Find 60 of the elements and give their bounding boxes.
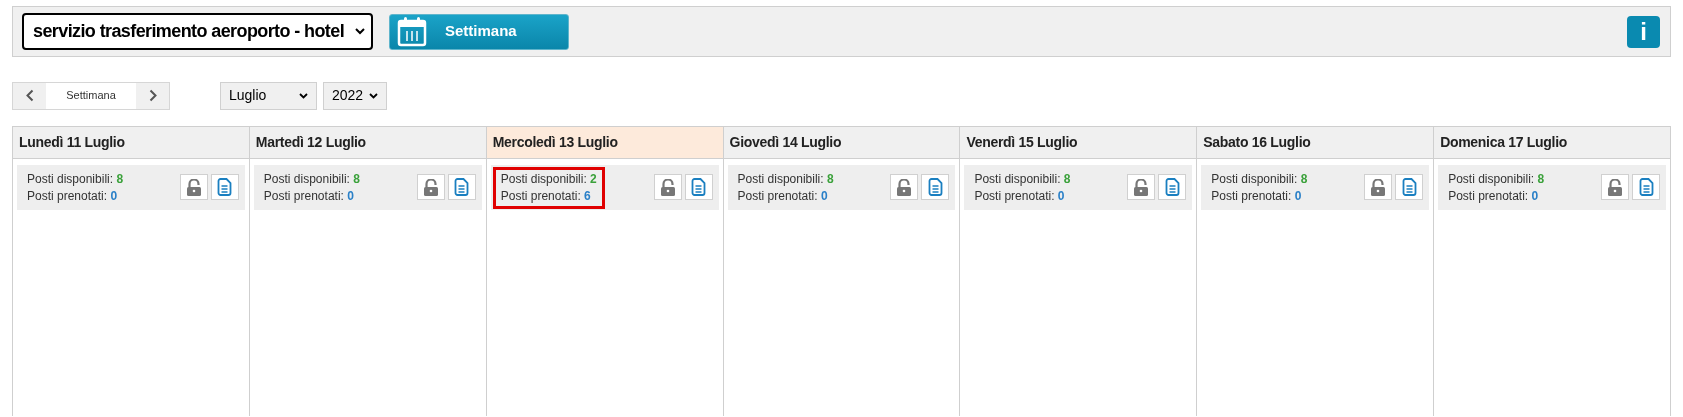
document-icon	[1638, 178, 1654, 196]
info-button[interactable]: i	[1627, 15, 1660, 48]
lock-button[interactable]	[179, 174, 208, 200]
available-seats-text: Posti disponibili: 8	[737, 171, 834, 188]
booked-seats-text: Posti prenotati: 0	[737, 188, 829, 205]
year-select[interactable]: 2022	[323, 81, 387, 110]
available-seats-text: Posti disponibili: 8	[1448, 171, 1545, 188]
calendar-icon	[397, 16, 427, 47]
available-seats-text: Posti disponibili: 8	[263, 171, 360, 188]
lock-button[interactable]	[416, 174, 445, 200]
chevron-down-icon	[299, 92, 308, 99]
document-icon	[1401, 178, 1417, 196]
available-seats-text: Posti disponibili: 8	[27, 171, 124, 188]
document-icon	[927, 178, 943, 196]
booked-seats-text: Posti prenotati: 6	[500, 188, 592, 205]
lock-button[interactable]	[890, 174, 919, 200]
available-seats-text: Posti disponibili: 8	[974, 171, 1071, 188]
padlock-icon	[659, 178, 676, 196]
document-icon	[1164, 178, 1180, 196]
chevron-left-icon	[25, 89, 34, 102]
available-seats-text: Posti disponibili: 8	[1211, 171, 1308, 188]
chevron-down-icon	[369, 92, 378, 99]
booked-seats-text: Posti prenotati: 0	[263, 188, 355, 205]
day-header: Mercoledì 13 Luglio	[486, 127, 723, 159]
booked-seats-text: Posti prenotati: 0	[1448, 188, 1540, 205]
document-icon	[691, 178, 707, 196]
padlock-icon	[1370, 178, 1387, 196]
day-header: Venerdì 15 Luglio	[960, 127, 1197, 159]
available-seats-text: Posti disponibili: 2	[500, 171, 597, 188]
document-icon	[454, 178, 470, 196]
document-button[interactable]	[1158, 174, 1187, 200]
document-button[interactable]	[684, 174, 713, 200]
month-select[interactable]: Luglio	[220, 81, 317, 110]
lock-button[interactable]	[1601, 174, 1629, 200]
document-button[interactable]	[210, 174, 239, 200]
booked-seats-text: Posti prenotati: 0	[1211, 188, 1303, 205]
lock-button[interactable]	[1364, 174, 1393, 200]
booked-seats-text: Posti prenotati: 0	[27, 188, 119, 205]
period-label: Settimana	[46, 82, 136, 109]
padlock-icon	[1607, 178, 1623, 196]
booked-seats-text: Posti prenotati: 0	[974, 188, 1066, 205]
chevron-right-icon	[148, 89, 157, 102]
day-header: Sabato 16 Luglio	[1197, 127, 1434, 159]
document-button[interactable]	[921, 174, 950, 200]
padlock-icon	[896, 178, 913, 196]
padlock-icon	[185, 178, 202, 196]
day-header: Giovedì 14 Luglio	[723, 127, 960, 159]
document-button[interactable]	[1395, 174, 1424, 200]
lock-button[interactable]	[653, 174, 682, 200]
padlock-icon	[1133, 178, 1150, 196]
padlock-icon	[422, 178, 439, 196]
day-header: Martedì 12 Luglio	[249, 127, 486, 159]
day-header: Domenica 17 Luglio	[1434, 127, 1670, 159]
document-button[interactable]	[447, 174, 476, 200]
service-select[interactable]: servizio trasferimento aeroporto - hotel	[22, 13, 373, 50]
document-icon	[217, 178, 233, 196]
day-header: Lunedì 11 Luglio	[13, 127, 249, 159]
document-button[interactable]	[1632, 174, 1660, 200]
chevron-down-icon	[355, 28, 365, 35]
lock-button[interactable]	[1127, 174, 1156, 200]
